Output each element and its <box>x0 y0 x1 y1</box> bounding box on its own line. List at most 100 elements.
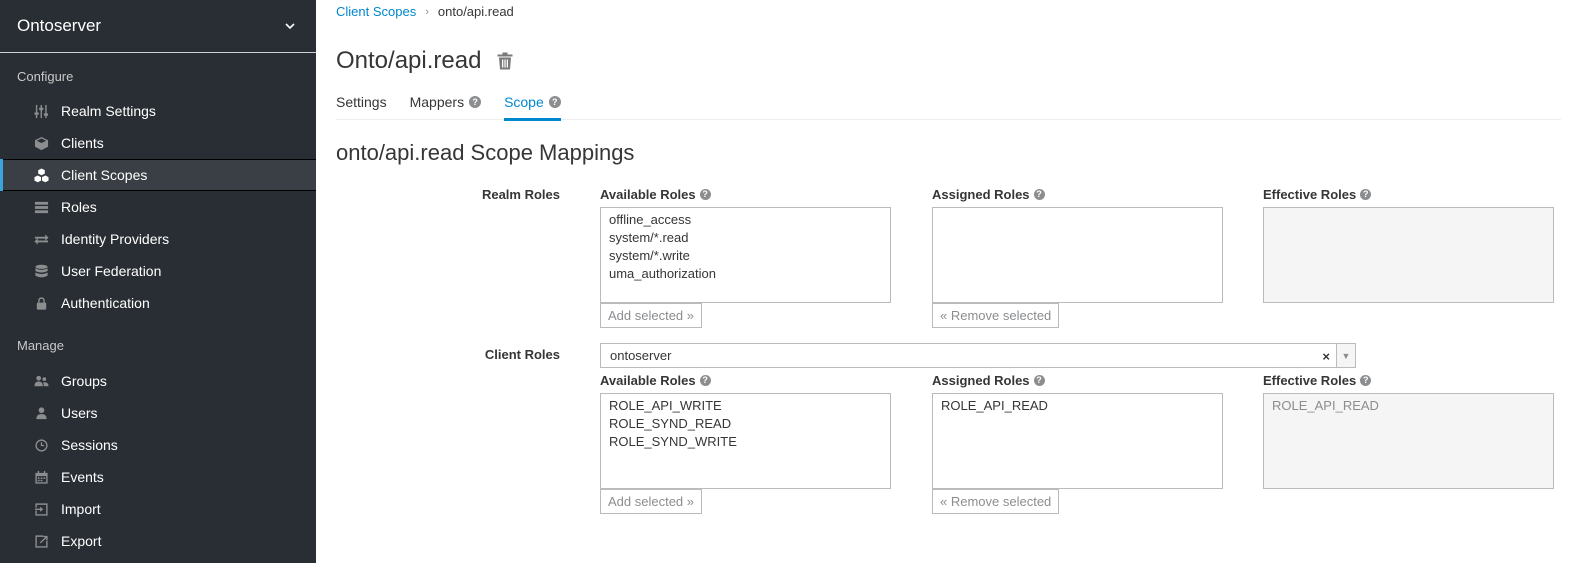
sidebar-item-label: Import <box>61 501 101 517</box>
realm-available-roles-list[interactable]: offline_access system/*.read system/*.wr… <box>600 207 891 303</box>
breadcrumb-current: onto/api.read <box>437 4 514 19</box>
sidebar-item-sessions[interactable]: Sessions <box>0 429 316 461</box>
section-title: onto/api.read Scope Mappings <box>336 140 635 165</box>
sidebar-item-label: Roles <box>61 199 97 215</box>
lock-icon <box>33 295 49 311</box>
help-icon: ? <box>1360 375 1372 387</box>
client-roles-label: Client Roles <box>484 347 560 362</box>
page-title: Onto/api.read <box>336 47 513 75</box>
tab-label: Scope <box>504 94 544 110</box>
sidebar-item-realm-settings[interactable]: Realm Settings <box>0 95 316 127</box>
client-select[interactable]: ontoserver × ▼ <box>600 343 1356 368</box>
label-text: Available Roles <box>600 373 696 388</box>
sidebar-item-label: Identity Providers <box>61 231 170 247</box>
cubes-icon <box>33 167 49 183</box>
sidebar-item-label: Events <box>61 469 104 485</box>
clock-icon <box>33 437 49 453</box>
client-available-roles-list[interactable]: ROLE_API_WRITE ROLE_SYND_READ ROLE_SYND_… <box>600 393 891 489</box>
help-icon: ? <box>699 375 711 387</box>
realm-add-selected-button[interactable]: Add selected » <box>600 303 703 328</box>
help-icon: ? <box>469 96 482 108</box>
sidebar-item-events[interactable]: Events <box>0 461 316 493</box>
client-available-roles-label: Available Roles? <box>600 373 711 388</box>
sidebar-item-clients[interactable]: Clients <box>0 127 316 159</box>
list-item[interactable]: system/*.read <box>609 229 882 247</box>
realm-remove-selected-button[interactable]: « Remove selected <box>932 303 1060 328</box>
help-icon: ? <box>1360 189 1372 201</box>
label-text: Effective Roles <box>1263 373 1357 388</box>
sidebar-item-label: Groups <box>61 373 107 389</box>
sidebar-item-label: Sessions <box>61 437 118 453</box>
export-icon <box>33 533 49 549</box>
list-item[interactable]: ROLE_API_READ <box>941 397 1214 415</box>
sidebar-item-label: Authentication <box>61 295 150 311</box>
tab-scope[interactable]: Scope? <box>504 90 561 121</box>
sidebar: Ontoserver Configure Realm Settings Clie… <box>0 0 316 563</box>
realm-assigned-roles-list[interactable] <box>932 207 1223 303</box>
list-item[interactable]: ROLE_API_WRITE <box>609 397 882 415</box>
help-icon: ? <box>548 96 561 108</box>
sidebar-item-users[interactable]: Users <box>0 397 316 429</box>
caret-down-icon: ▼ <box>1341 350 1351 361</box>
sidebar-item-client-scopes[interactable]: Client Scopes <box>0 159 316 191</box>
client-remove-selected-button[interactable]: « Remove selected <box>932 489 1060 514</box>
realm-roles-label: Realm Roles <box>481 187 560 202</box>
sidebar-item-import[interactable]: Import <box>0 493 316 525</box>
client-assigned-roles-list[interactable]: ROLE_API_READ <box>932 393 1223 489</box>
realm-name: Ontoserver <box>17 16 102 35</box>
list-item: ROLE_API_READ <box>1272 398 1379 413</box>
chevron-down-icon <box>285 23 295 30</box>
sidebar-item-label: Export <box>61 533 102 549</box>
tab-label: Settings <box>336 94 387 110</box>
sidebar-item-groups[interactable]: Groups <box>0 365 316 397</box>
label-text: Assigned Roles <box>932 373 1030 388</box>
sidebar-item-export[interactable]: Export <box>0 525 316 557</box>
list-item[interactable]: system/*.write <box>609 247 882 265</box>
client-add-selected-button[interactable]: Add selected » <box>600 489 703 514</box>
calendar-icon <box>33 469 49 485</box>
users-icon <box>33 373 49 389</box>
client-select-value: ontoserver <box>610 348 672 363</box>
main-content: Client Scopes › onto/api.read Onto/api.r… <box>336 0 1561 563</box>
breadcrumb: Client Scopes › onto/api.read <box>336 3 514 21</box>
sidebar-item-label: Clients <box>61 135 104 151</box>
list-item[interactable]: ROLE_SYND_READ <box>609 415 882 433</box>
sidebar-item-label: Users <box>61 405 98 421</box>
realm-available-roles-label: Available Roles? <box>600 187 711 202</box>
list-item[interactable]: uma_authorization <box>609 265 882 283</box>
list-item[interactable]: offline_access <box>609 211 882 229</box>
help-icon: ? <box>1033 189 1045 201</box>
label-text: Effective Roles <box>1263 187 1357 202</box>
label-text: Available Roles <box>600 187 696 202</box>
page-title-text: Onto/api.read <box>336 47 482 74</box>
breadcrumb-link-client-scopes[interactable]: Client Scopes <box>336 3 416 21</box>
sidebar-item-roles[interactable]: Roles <box>0 191 316 223</box>
label-text: Assigned Roles <box>932 187 1030 202</box>
realm-selector[interactable]: Ontoserver <box>0 0 316 53</box>
sidebar-item-user-federation[interactable]: User Federation <box>0 255 316 287</box>
realm-effective-roles-label: Effective Roles? <box>1263 187 1372 202</box>
sidebar-item-label: Client Scopes <box>61 167 148 183</box>
cube-icon <box>33 135 49 151</box>
tab-bar: Settings Mappers? Scope? <box>336 90 1561 121</box>
tab-mappers[interactable]: Mappers? <box>409 90 482 120</box>
help-icon: ? <box>1033 375 1045 387</box>
list-icon <box>33 199 49 215</box>
nav-group-manage: Manage <box>17 338 64 353</box>
trash-icon[interactable] <box>497 52 513 70</box>
user-icon <box>33 405 49 421</box>
client-assigned-roles-label: Assigned Roles? <box>932 373 1045 388</box>
sidebar-item-label: Realm Settings <box>61 103 156 119</box>
tab-label: Mappers <box>409 94 465 110</box>
sidebar-item-authentication[interactable]: Authentication <box>0 287 316 319</box>
list-item[interactable]: ROLE_SYND_WRITE <box>609 433 882 451</box>
exchange-icon <box>33 231 49 247</box>
sidebar-item-identity-providers[interactable]: Identity Providers <box>0 223 316 255</box>
sidebar-item-label: User Federation <box>61 263 162 279</box>
help-icon: ? <box>699 189 711 201</box>
dropdown-toggle[interactable]: ▼ <box>1336 344 1355 367</box>
clear-icon[interactable]: × <box>1322 349 1330 364</box>
tab-settings[interactable]: Settings <box>336 90 387 120</box>
breadcrumb-separator-icon: › <box>425 6 429 18</box>
realm-effective-roles-list <box>1263 207 1554 303</box>
